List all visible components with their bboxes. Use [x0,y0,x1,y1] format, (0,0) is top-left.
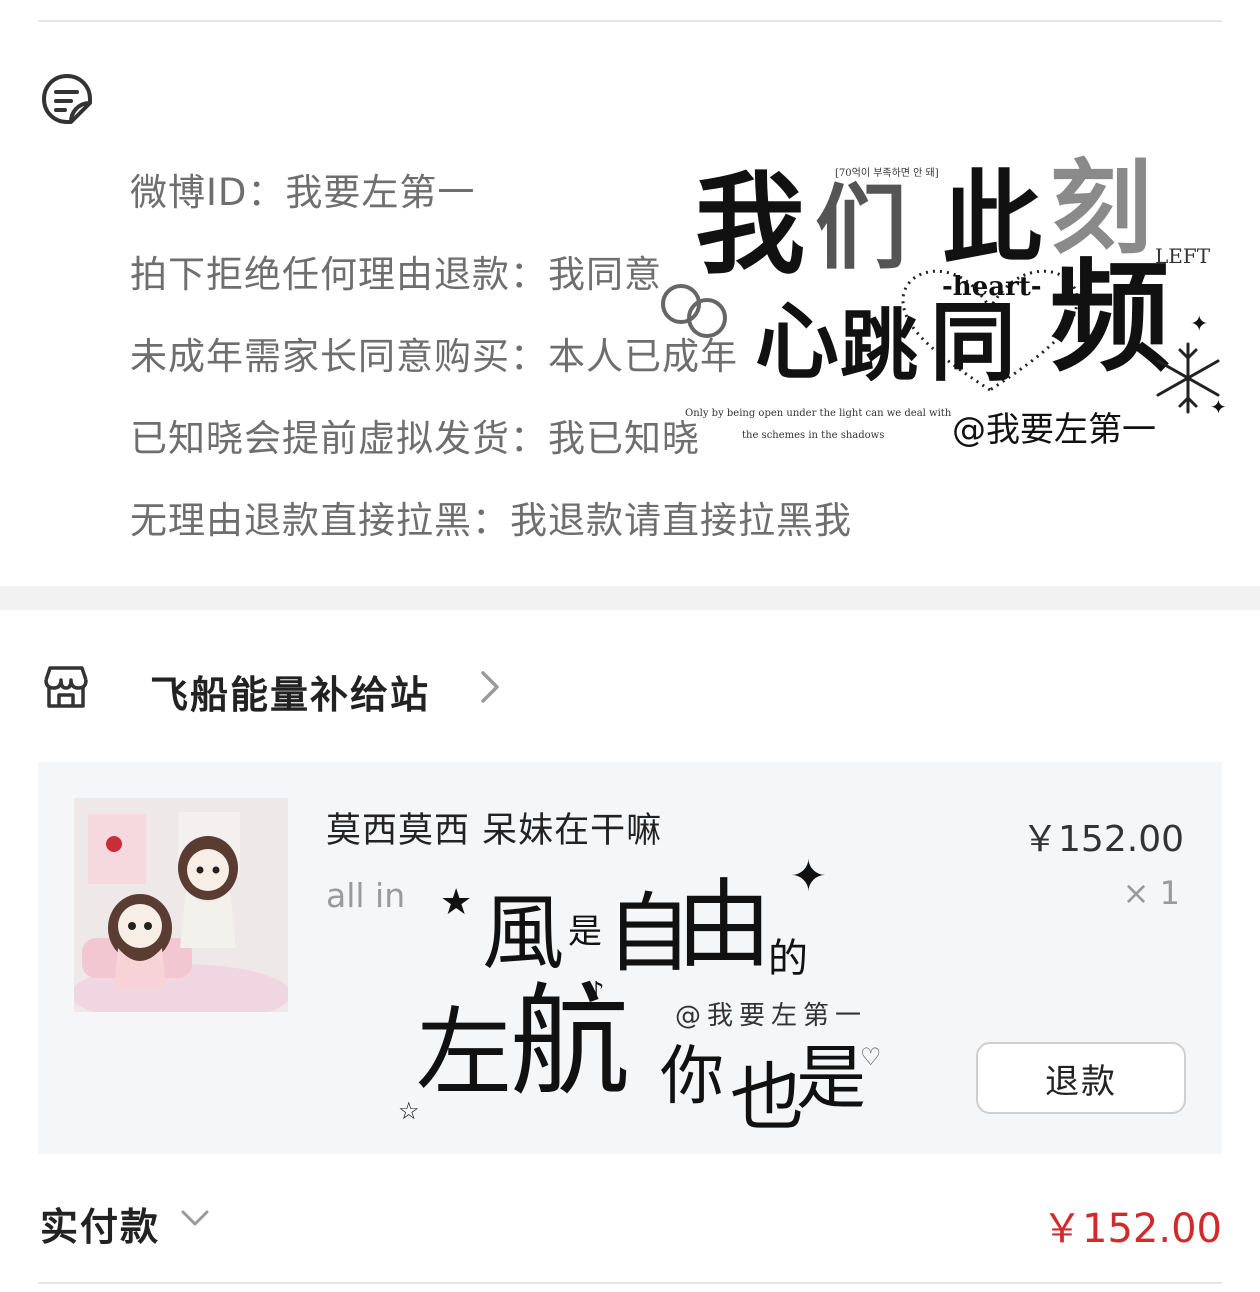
shop-name[interactable]: 飞船能量补给站 [150,664,430,719]
note-line-adult: 未成年需家长同意购买：本人已成年 [130,335,738,378]
watermark-char: 同 [930,292,1016,393]
product-price: ￥152.00 [1022,819,1184,860]
bottom-divider [38,1282,1222,1284]
section-gap [0,586,1260,610]
star-icon: ★ [440,882,473,923]
refund-button[interactable]: 退款 [976,1042,1186,1114]
note-icon [42,74,92,124]
watermark2-char: 的 [768,936,808,982]
product-quantity: × 1 [1122,874,1180,912]
watermark2-char: 由 [676,869,772,981]
chevron-down-icon[interactable] [180,1208,210,1228]
paid-amount-value: ￥152.00 [1042,1206,1222,1252]
heart-icon: ♡ [860,1043,882,1071]
watermark-sticker-2: ★ ✦ 風 是 自 由 的 ♪ @我要左第一 左 航 你 也 是 ♡ ☆ [370,855,900,1155]
doll-image [74,798,288,1012]
watermark-char: 心 [755,292,840,391]
watermark2-handle: @我要左第一 [675,1001,868,1031]
watermark2-char: 左 [416,997,512,1109]
watermark2-char: 也 [730,1055,804,1141]
sparkle-icon: ✦ [1190,312,1209,337]
paid-amount-label[interactable]: 实付款 [40,1196,160,1251]
top-divider [38,20,1222,22]
note-line-weibo-id: 微博ID：我要左第一 [130,171,476,214]
note-line-no-refund: 拍下拒绝任何理由退款：我同意 [130,253,662,296]
watermark-char: 此 [942,159,1042,277]
ring-decoration [661,284,727,338]
watermark2-char: 是 [568,912,602,952]
watermark-char: 刻 [1050,149,1152,269]
watermark-char: 我 [695,160,805,289]
watermark2-char: 你 [660,1040,724,1114]
watermark2-char: 航 [510,973,630,1112]
product-title[interactable]: 莫西莫西 呆妹在干嘛 [326,802,662,853]
watermark-char: 跳 [840,301,919,392]
sparkle-icon: ✦ [790,851,827,902]
product-thumbnail[interactable] [74,798,288,1012]
watermark-handle: @我要左第一 [952,410,1156,450]
star-icon: ☆ [398,1097,420,1125]
watermark-sticker: [70억이 부족하면 안 돼] 我 们 此 刻 LEFT -heart- 心 跳… [661,149,1250,450]
watermark-quote-line2: the schemes in the shadows [742,430,885,441]
note-line-virtual-ship: 已知晓会提前虚拟发货：我已知晓 [130,417,700,460]
watermark-quote-line1: Only by being open under the light can w… [685,408,952,419]
store-icon [44,666,88,708]
sparkle-icon: ✦ [1210,395,1227,419]
watermark2-char: 風 [482,886,565,981]
watermark-char: 们 [815,174,908,282]
watermark2-char: 是 [796,1037,866,1119]
note-line-blacklist: 无理由退款直接拉黑：我退款请直接拉黑我 [130,499,852,542]
chevron-right-icon[interactable] [478,668,502,706]
